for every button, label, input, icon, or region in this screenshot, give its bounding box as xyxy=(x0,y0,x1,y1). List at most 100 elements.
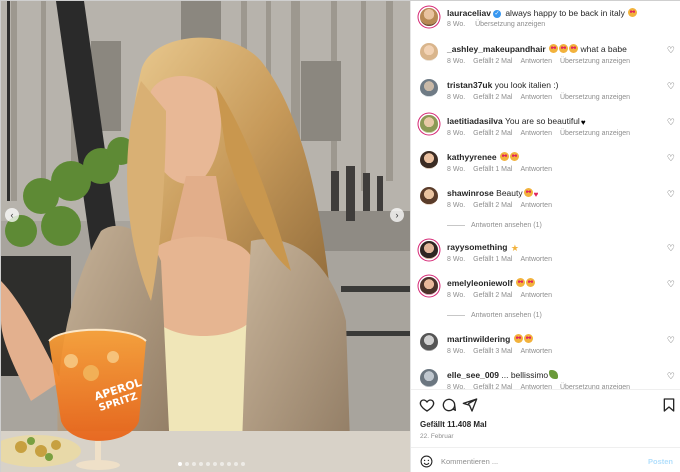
post-photo[interactable]: APEROL SPRITZ ‹ › xyxy=(1,1,410,472)
comment-age: 8 Wo. xyxy=(447,58,466,65)
heart-eyes-emoji-icon xyxy=(516,278,526,287)
verified-badge-icon: ✓ xyxy=(492,9,501,18)
next-photo-button[interactable]: › xyxy=(390,208,404,222)
comment-likes[interactable]: Gefällt 3 Mal xyxy=(473,348,512,355)
reply-button[interactable]: Antworten xyxy=(520,166,552,173)
emoji-picker-icon[interactable] xyxy=(420,455,433,468)
heart-eyes-emoji-icon xyxy=(523,188,533,197)
comment-text-line: laetitiadasilva You are so beautiful♥ xyxy=(447,116,586,127)
reply-button[interactable]: Antworten xyxy=(520,256,552,263)
caption-translate-link[interactable]: Übersetzung anzeigen xyxy=(475,21,545,28)
commenter-avatar[interactable] xyxy=(420,115,438,133)
bookmark-icon[interactable] xyxy=(661,397,677,413)
heart-eyes-emoji-icon xyxy=(510,152,519,161)
previous-photo-button[interactable]: ‹ xyxy=(5,208,19,222)
carousel-dot xyxy=(192,462,196,466)
comment-meta: 8 Wo. Gefällt 2 Mal Antworten Übersetzung a… xyxy=(447,58,638,65)
carousel-dot xyxy=(213,462,217,466)
comment-input[interactable]: Kommentieren ... xyxy=(441,457,498,466)
comment-like-heart-icon[interactable]: ♡ xyxy=(667,279,675,290)
caption-text: always happy to be back in italy xyxy=(505,8,625,18)
author-username[interactable]: lauraceliav xyxy=(447,8,491,18)
commenter-username[interactable]: martinwildering xyxy=(447,334,510,344)
commenter-username[interactable]: shawinrose xyxy=(447,188,494,198)
heart-icon[interactable] xyxy=(419,397,435,413)
comment-text-line: shawinrose Beauty ♥ xyxy=(447,188,538,199)
comment-age: 8 Wo. xyxy=(447,256,466,263)
commenter-avatar[interactable] xyxy=(420,43,438,61)
comment-likes[interactable]: Gefällt 1 Mal xyxy=(473,256,512,263)
comment-meta: 8 Wo. Gefällt 2 Mal Antworten Übersetzung a… xyxy=(447,94,638,101)
comment-like-heart-icon[interactable]: ♡ xyxy=(667,189,675,200)
heart-eyes-emoji-icon xyxy=(549,44,559,53)
reply-button[interactable]: Antworten xyxy=(520,130,552,137)
comment-text-line: elle_see_009 ... bellissimo xyxy=(447,370,559,380)
comment-like-heart-icon[interactable]: ♡ xyxy=(667,335,675,346)
commenter-avatar[interactable] xyxy=(420,333,438,351)
comment-text-line: rayysomething ★ xyxy=(447,242,519,254)
comment-likes[interactable]: Gefällt 2 Mal xyxy=(473,130,512,137)
likes-count[interactable]: Gefällt 11.408 Mal xyxy=(420,420,487,429)
comment-likes[interactable]: Gefällt 2 Mal xyxy=(473,94,512,101)
commenter-avatar[interactable] xyxy=(420,277,438,295)
comment-text-line: kathyyrenee xyxy=(447,152,519,162)
comment-meta: 8 Wo. Gefällt 2 Mal Antworten xyxy=(447,292,560,299)
comment-text-line: _ashley_makeupandhair what a babe xyxy=(447,44,627,54)
caption-meta: 8 Wo. Übersetzung anzeigen xyxy=(447,21,553,28)
comment-age: 8 Wo. xyxy=(447,94,466,101)
view-replies-button[interactable]: Antworten ansehen (1) xyxy=(447,312,542,319)
reply-button[interactable]: Antworten xyxy=(520,292,552,299)
send-icon[interactable] xyxy=(462,397,478,413)
comment-meta: 8 Wo. Gefällt 1 Mal Antworten xyxy=(447,166,560,173)
reply-button[interactable]: Antworten xyxy=(520,58,552,65)
comment-like-heart-icon[interactable]: ♡ xyxy=(667,371,675,382)
reply-button[interactable]: Antworten xyxy=(520,348,552,355)
comment-age: 8 Wo. xyxy=(447,292,466,299)
carousel-dot xyxy=(178,462,182,466)
commenter-username[interactable]: kathyyrenee xyxy=(447,152,497,162)
commenter-avatar[interactable] xyxy=(420,187,438,205)
comment-like-heart-icon[interactable]: ♡ xyxy=(667,81,675,92)
comment-like-heart-icon[interactable]: ♡ xyxy=(667,117,675,128)
comment-item: _ashley_makeupandhair what a babe 8 Wo. Ge… xyxy=(411,41,680,75)
comment-likes[interactable]: Gefällt 2 Mal xyxy=(473,58,512,65)
author-avatar[interactable] xyxy=(420,8,438,26)
comment-text: You are so beautiful xyxy=(504,116,580,126)
carousel-dot xyxy=(206,462,210,466)
commenter-username[interactable]: elle_see_009 xyxy=(447,370,499,380)
commenter-username[interactable]: tristan37uk xyxy=(447,80,492,90)
carousel-dot xyxy=(199,462,203,466)
reply-button[interactable]: Antworten xyxy=(520,94,552,101)
commenter-avatar[interactable] xyxy=(420,241,438,259)
view-replies-button[interactable]: Antworten ansehen (1) xyxy=(447,222,542,229)
comment-likes[interactable]: Gefällt 2 Mal xyxy=(473,202,512,209)
comment-likes[interactable]: Gefällt 1 Mal xyxy=(473,166,512,173)
commenter-username[interactable]: rayysomething xyxy=(447,242,507,252)
comment-icon[interactable] xyxy=(441,397,457,413)
reply-button[interactable]: Antworten xyxy=(520,202,552,209)
translate-link[interactable]: Übersetzung anzeigen xyxy=(560,58,630,65)
plant-emoji-icon xyxy=(549,370,559,379)
comment-like-heart-icon[interactable]: ♡ xyxy=(667,45,675,56)
commenter-username[interactable]: emelyleoniewolf xyxy=(447,278,513,288)
caption-age: 8 Wo. xyxy=(447,21,466,28)
commenter-avatar[interactable] xyxy=(420,369,438,387)
blackheart-emoji-icon: ♥ xyxy=(580,118,586,127)
heart-eyes-emoji-icon xyxy=(500,152,509,161)
commenter-username[interactable]: _ashley_makeupandhair xyxy=(447,44,546,54)
commenter-username[interactable]: laetitiadasilva xyxy=(447,116,503,126)
carousel-dots xyxy=(178,462,245,466)
commenter-avatar[interactable] xyxy=(420,151,438,169)
comment-like-heart-icon[interactable]: ♡ xyxy=(667,243,675,254)
commenter-avatar[interactable] xyxy=(420,79,438,97)
post-comment-button[interactable]: Posten xyxy=(648,457,673,466)
translate-link[interactable]: Übersetzung anzeigen xyxy=(560,130,630,137)
comment-item: shawinrose Beauty ♥ 8 Wo. Gefällt 2 Mal Antw… xyxy=(411,185,680,229)
comment-meta: 8 Wo. Gefällt 2 Mal Antworten xyxy=(447,202,560,209)
photo-image: APEROL SPRITZ xyxy=(1,1,410,472)
comment-like-heart-icon[interactable]: ♡ xyxy=(667,153,675,164)
comment-likes[interactable]: Gefällt 2 Mal xyxy=(473,292,512,299)
translate-link[interactable]: Übersetzung anzeigen xyxy=(560,94,630,101)
comment-age: 8 Wo. xyxy=(447,202,466,209)
comment-item: laetitiadasilva You are so beautiful♥ 8 W… xyxy=(411,113,680,147)
